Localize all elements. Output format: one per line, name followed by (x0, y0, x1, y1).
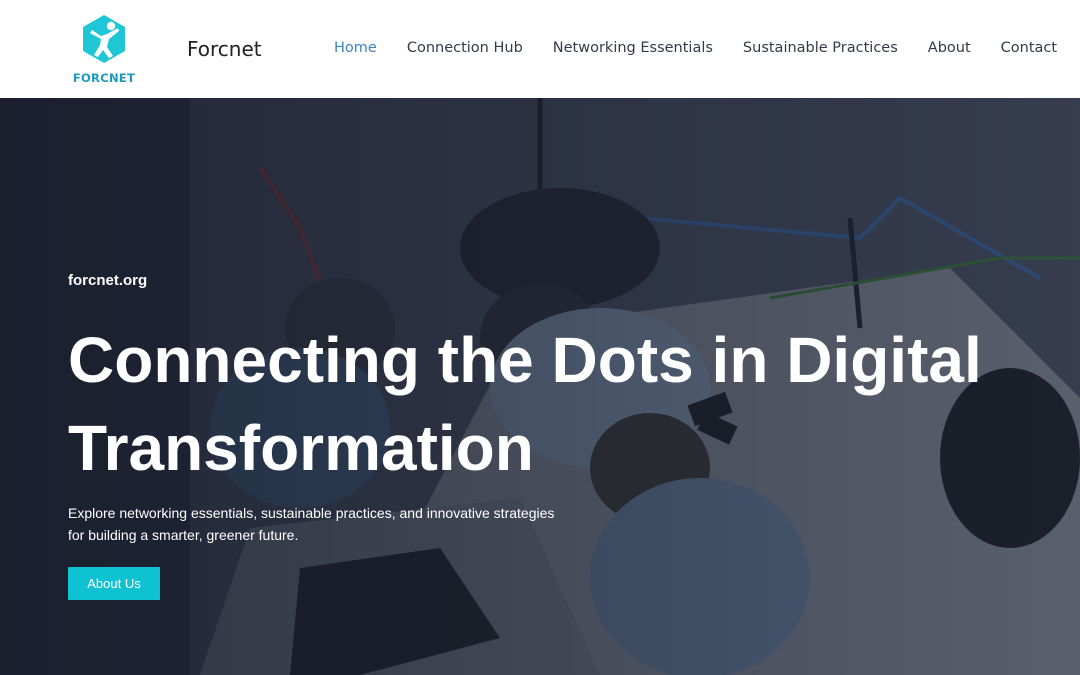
nav-item-home[interactable]: Home (334, 40, 377, 56)
main-nav: Home Connection Hub Networking Essential… (334, 40, 1057, 56)
logo-wordmark: FORCNET (72, 71, 136, 85)
about-us-button[interactable]: About Us (68, 567, 160, 600)
hero-eyebrow: forcnet.org (68, 272, 148, 289)
nav-item-about[interactable]: About (928, 40, 971, 56)
forcnet-logo-icon (83, 15, 125, 63)
nav-item-connection-hub[interactable]: Connection Hub (407, 40, 523, 56)
nav-item-contact[interactable]: Contact (1001, 40, 1057, 56)
hero-headline: Connecting the Dots in Digital Transform… (68, 324, 982, 484)
site-name[interactable]: Forcnet (187, 37, 262, 61)
site-header: FORCNET Forcnet Home Connection Hub Netw… (0, 0, 1080, 98)
hero-lead: Explore networking essentials, sustainab… (68, 505, 555, 543)
nav-item-sustainable-practices[interactable]: Sustainable Practices (743, 40, 898, 56)
hero-section: forcnet.org Connecting the Dots in Digit… (0, 98, 1080, 675)
site-logo[interactable]: FORCNET (72, 14, 136, 86)
nav-item-networking-essentials[interactable]: Networking Essentials (553, 40, 713, 56)
